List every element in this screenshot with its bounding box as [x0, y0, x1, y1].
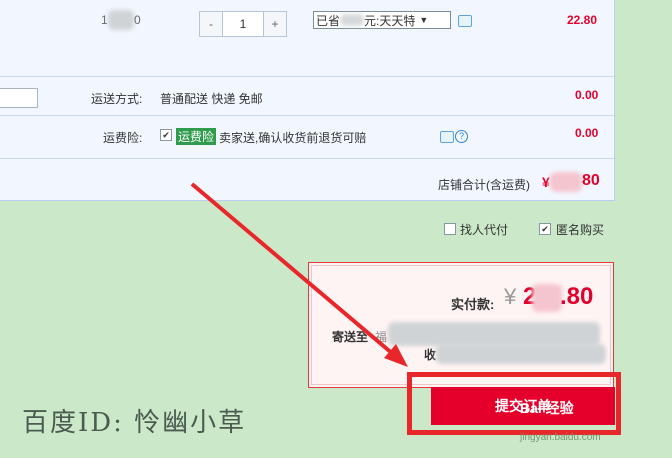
- baidu-id-watermark: 百度ID: 怜幽小草: [22, 408, 247, 438]
- logo-url: jingyan.baidu.com: [520, 432, 601, 443]
- baidu-jingyan-logo: Bai 经验: [520, 400, 574, 416]
- annotation-arrow-icon: [190, 182, 408, 367]
